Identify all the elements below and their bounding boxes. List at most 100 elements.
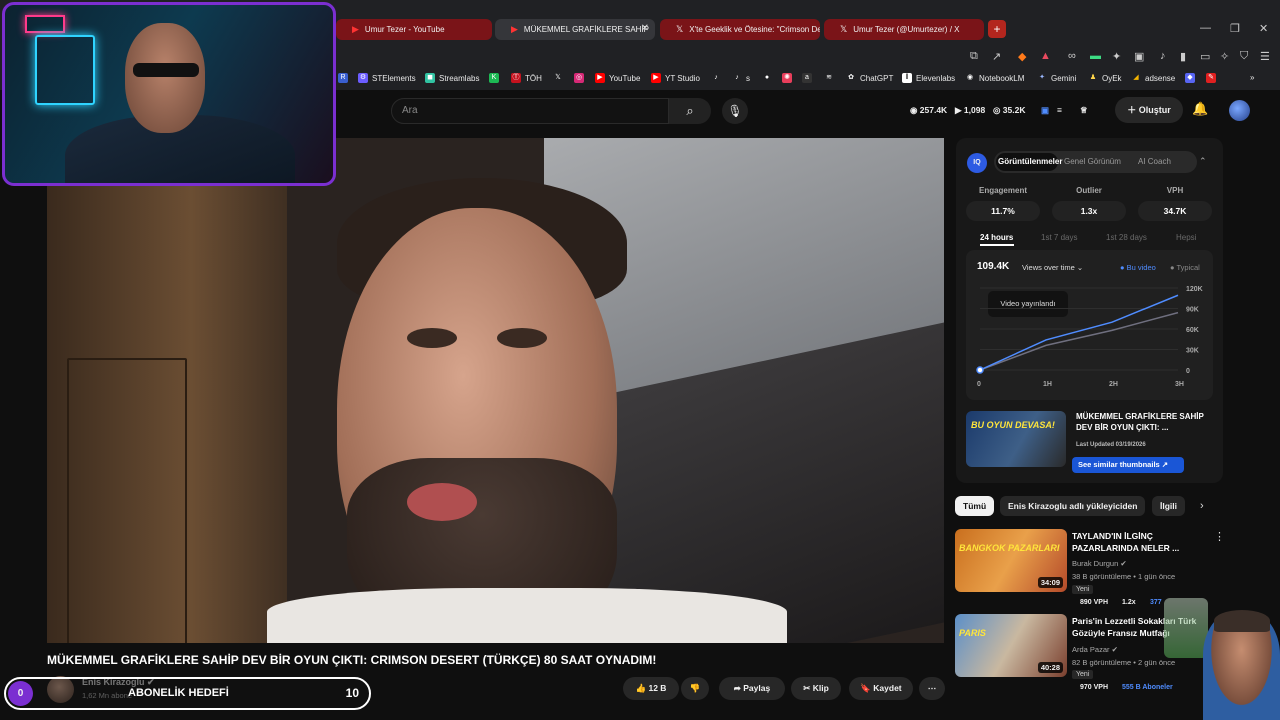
music-icon[interactable]: ♪ [1160,50,1166,62]
bookmark-tiktok[interactable]: ♪ [711,73,721,83]
engagement-value: 11.7% [966,201,1040,221]
bookmark-icon[interactable]: ✎ [1206,73,1216,83]
notebooklm-icon: ◉ [966,74,974,81]
new-tab-button[interactable]: + [988,20,1006,38]
puzzle-icon[interactable]: ✦ [1112,50,1121,63]
voice-search-button[interactable]: 🎙 [722,98,748,124]
chevron-right-icon[interactable]: › [1200,500,1204,512]
bookmark-icon[interactable]: ◆ [1185,73,1195,83]
new-badge: Yeni [1072,670,1094,679]
bookmark-instagram[interactable]: ◎ [574,73,584,83]
publish-point [976,366,984,374]
share-button[interactable]: ➦ Paylaş [719,677,785,700]
chevron-up-icon[interactable]: ⌃ [1199,156,1207,167]
extension-icon[interactable]: ▣ [1134,50,1144,63]
chip-uploader[interactable]: Enis Kirazoglu adlı yükleyiciden [1000,496,1146,516]
bookmark-elevenlabs[interactable]: ‖ Elevenlabs [902,73,955,83]
ai-icon[interactable]: ✧ [1220,50,1229,63]
new-badge: Yeni [1072,585,1094,594]
bookmark-kick[interactable]: K [489,73,499,83]
video-player[interactable] [47,138,944,643]
account-avatar[interactable] [1229,100,1250,121]
brave-icon[interactable]: ◆ [1018,50,1026,63]
x-icon: 𝕏 [840,24,848,34]
trophy-icon[interactable]: ♕ [1080,105,1088,116]
save-button[interactable]: 🔖 Kaydet [849,677,913,700]
stelements-icon: ⚙ [358,73,368,83]
notification-bell-icon[interactable]: 🔔 [1192,101,1208,117]
related-channel[interactable]: Burak Durgun ✔ [1072,559,1127,568]
chip-related[interactable]: İlgili [1152,496,1185,516]
sidebar-icon[interactable]: ▮ [1180,50,1186,63]
bookmark-streamlabs[interactable]: ◼ Streamlabs [425,73,479,83]
kick-icon: K [489,73,499,83]
more-vert-icon[interactable]: ⋮ [1214,530,1225,543]
related-channel[interactable]: Arda Pazar ✔ [1072,645,1118,654]
browser-tab[interactable]: 𝕏 X'te Geeklik ve Ötesine: "Crimson De [660,19,820,40]
extension-icon[interactable]: ∞ [1068,50,1076,62]
channel-subs-stat: ◎ 35.2K [993,105,1026,115]
similar-thumbnails-button[interactable]: See similar thumbnails ↗ [1072,457,1184,473]
bookmark-gemini[interactable]: ✦ Gemini [1037,73,1076,83]
vidiq-icon[interactable]: ▣ [1041,105,1049,116]
bookmark-chatgpt[interactable]: ✿ ChatGPT [846,73,893,83]
youtube-icon: ▶ [352,24,359,34]
wallet-icon[interactable]: ▭ [1200,50,1210,63]
browser-tab-active[interactable]: ▶ MÜKEMMEL GRAFİKLERE SAHİP ✕ [495,19,655,40]
dislike-button[interactable]: 👎 [681,677,709,700]
bookmark-stelements[interactable]: ⚙ STElements [358,73,416,83]
tab-views[interactable]: Görüntülenmeler [998,157,1062,166]
more-actions-button[interactable]: ⋯ [919,677,945,700]
range-7d[interactable]: 1st 7 days [1041,233,1077,242]
bookmark-notebooklm[interactable]: ◉ NotebookLM [965,73,1024,83]
like-button[interactable]: 👍 12 B [623,677,679,700]
bookmark-icon[interactable]: ✺ [782,73,792,83]
bookmark-yt-studio[interactable]: ▶ YT Studio [651,73,700,83]
extension-icon[interactable]: ▬ [1090,50,1101,62]
share-icon[interactable]: ↗ [992,50,1001,63]
bookmark-oyek[interactable]: ♟ OyEk [1088,73,1122,83]
bookmark-x[interactable]: 𝕏 [553,73,563,83]
tab-overview[interactable]: Genel Görünüm [1064,157,1121,166]
scissors-icon: ✂ [803,683,813,693]
minimize-icon[interactable]: — [1200,22,1211,34]
x-tick-label: 3H [1175,381,1184,388]
bookmark-toh[interactable]: Ⓣ TÖH [511,73,542,83]
bookmark-adsense[interactable]: ◢ adsense [1131,73,1175,83]
vpn-icon[interactable]: ▲ [1040,50,1051,62]
range-24h[interactable]: 24 hours [980,233,1013,242]
restore-icon[interactable]: ❐ [1230,22,1240,35]
bookmark-icon[interactable]: R [338,73,348,83]
channel-videos-stat: ▶ 1,098 [955,105,986,115]
browser-tab[interactable]: ▶ Umur Tezer - YouTube [336,19,492,40]
related-title[interactable]: TAYLAND'IN İLGİNÇ PAZARLARINDA NELER ... [1072,530,1202,554]
related-thumbnail[interactable]: PARIS 40:28 [955,614,1067,677]
search-input[interactable]: Ara [391,98,669,124]
close-icon[interactable]: ✕ [641,23,649,34]
bookmark-icon[interactable]: ≋ [824,73,834,83]
more-bookmarks-icon[interactable]: » [1250,73,1254,82]
related-thumbnail[interactable]: BANGKOK PAZARLARI 34:09 [955,529,1067,592]
bookmark-amazon[interactable]: a [802,73,812,83]
close-window-icon[interactable]: ✕ [1259,22,1268,35]
range-all[interactable]: Hepsi [1176,233,1196,242]
streamer-face [125,23,205,133]
menu-icon[interactable]: ☰ [1260,50,1270,63]
range-28d[interactable]: 1st 28 days [1106,233,1147,242]
create-button[interactable]: ＋ Oluştur [1115,97,1183,123]
search-button[interactable]: ⌕ [669,98,711,124]
list-icon[interactable]: ≡ [1057,105,1062,115]
video-thumbnail[interactable]: BU OYUN DEVASA! [966,411,1066,467]
y-tick-label: 30K [1186,348,1199,355]
clip-button[interactable]: ✂ Klip [791,677,841,700]
bookmark-icon[interactable]: ● [762,73,772,83]
chip-all[interactable]: Tümü [955,496,995,516]
shield-icon[interactable]: ⛉ [1240,50,1248,63]
thumbnail-text: BANGKOK PAZARLARI [959,543,1060,553]
tab-ai-coach[interactable]: AI Coach [1138,157,1171,166]
install-icon[interactable]: ⧉ [970,50,978,63]
bookmark-youtube[interactable]: ▶ YouTube [595,73,640,83]
active-range-underline [980,244,1014,246]
browser-tab[interactable]: 𝕏 Umur Tezer (@Umurtezer) / X [824,19,984,40]
bookmark-tiktok-s[interactable]: ♪ s [732,73,750,83]
